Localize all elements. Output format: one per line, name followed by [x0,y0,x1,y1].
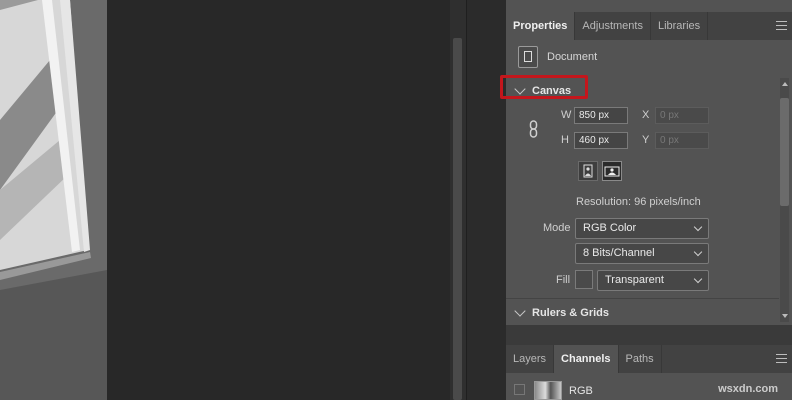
tab-layers[interactable]: Layers [506,345,555,373]
channel-visibility-toggle[interactable] [514,384,525,395]
rulers-grids-header-label: Rulers & Grids [532,307,610,319]
properties-scrollbar-thumb[interactable] [780,98,789,206]
fill-select-value: Transparent [605,274,664,286]
fill-label: Fill [556,274,571,286]
panel-menu-icon[interactable] [776,354,787,363]
watermark: wsxdn.com [718,383,778,395]
chevron-down-icon [693,247,703,257]
mode-label: Mode [543,222,571,234]
chevron-down-icon [693,222,703,232]
document-canvas-area[interactable] [0,0,450,400]
x-field[interactable]: 0 px [655,107,709,124]
width-label: W [561,109,572,121]
fill-color-swatch[interactable] [575,270,593,289]
canvas-section-header[interactable]: Canvas [500,75,779,105]
tab-channels[interactable]: Channels [554,345,619,373]
properties-tab-bar: Properties Adjustments Libraries [506,12,792,40]
bit-depth-select-value: 8 Bits/Channel [583,247,655,259]
scroll-down-icon[interactable] [782,314,788,318]
document-icon [518,46,538,68]
portrait-orientation-button[interactable] [578,161,598,181]
y-label: Y [642,134,650,146]
bit-depth-select[interactable]: 8 Bits/Channel [575,243,709,264]
panel-divider [466,0,507,400]
panel-menu-icon[interactable] [776,21,787,30]
tab-paths[interactable]: Paths [619,345,662,373]
y-field[interactable]: 0 px [655,132,709,149]
document-scrollbar-thumb[interactable] [453,38,462,400]
document-image [0,0,107,400]
chevron-down-icon [514,305,526,317]
channel-name: RGB [569,385,593,397]
panel-separator [506,325,792,345]
document-row: Document [518,46,597,68]
scroll-up-icon[interactable] [782,82,788,86]
mode-select-value: RGB Color [583,222,637,234]
properties-panel: Properties Adjustments Libraries Documen… [500,0,792,400]
height-label: H [561,134,569,146]
tab-adjustments[interactable]: Adjustments [575,12,651,40]
landscape-orientation-button[interactable] [602,161,622,181]
chevron-down-icon [693,274,703,284]
link-icon[interactable] [529,120,539,138]
channel-thumbnail [534,381,562,400]
x-label: X [642,109,650,121]
mode-select[interactable]: RGB Color [575,218,709,239]
fill-select[interactable]: Transparent [597,270,709,291]
layers-tab-bar: Layers Channels Paths [506,345,792,373]
canvas-highlight-box [500,75,588,99]
rulers-grids-section-header[interactable]: Rulers & Grids [506,299,779,327]
width-field[interactable]: 850 px [574,107,628,124]
height-field[interactable]: 460 px [574,132,628,149]
document-label: Document [547,51,598,63]
resolution-text: Resolution: 96 pixels/inch [576,196,701,208]
tab-libraries[interactable]: Libraries [651,12,709,40]
tab-properties[interactable]: Properties [506,12,576,40]
